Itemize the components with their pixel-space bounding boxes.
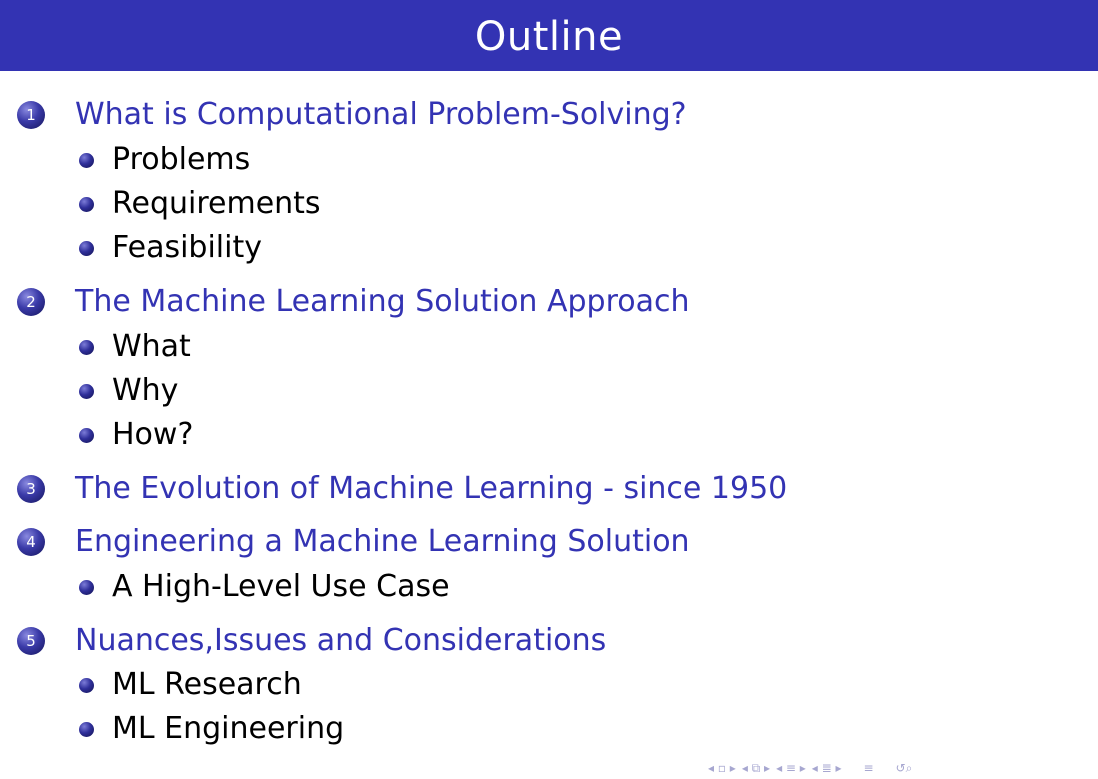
subsection-label: A High-Level Use Case — [112, 569, 450, 604]
section-number-ball: 1 — [17, 101, 45, 129]
section-title: The Machine Learning Solution Approach — [75, 284, 690, 319]
bullet-icon — [79, 677, 94, 693]
section-number-ball: 4 — [17, 528, 45, 556]
subsection-label: Feasibility — [112, 230, 262, 265]
outline-subsection-item[interactable]: How? — [79, 420, 193, 450]
nav-search-icon[interactable]: ↺⌕ — [896, 762, 913, 774]
section-number-ball: 5 — [17, 627, 45, 655]
outline-section-2[interactable]: 2 The Machine Learning Solution Approach — [17, 287, 690, 317]
outline: 1 What is Computational Problem-Solving?… — [0, 0, 1098, 779]
outline-section-1[interactable]: 1 What is Computational Problem-Solving? — [17, 100, 687, 130]
outline-subsection-item[interactable]: A High-Level Use Case — [79, 572, 450, 602]
bullet-icon — [79, 339, 94, 355]
outline-section-5[interactable]: 5 Nuances,Issues and Considerations — [17, 626, 606, 656]
nav-section-icon[interactable]: ◂ ≣ ▸ — [812, 762, 842, 774]
section-number-ball: 2 — [17, 288, 45, 316]
outline-subsection-item[interactable]: Why — [79, 376, 178, 406]
subsection-label: ML Engineering — [112, 711, 345, 746]
nav-subsection-icon[interactable]: ◂ ≡ ▸ — [776, 762, 806, 774]
outline-section-4[interactable]: 4 Engineering a Machine Learning Solutio… — [17, 527, 690, 557]
outline-subsection-item[interactable]: ML Research — [79, 670, 302, 700]
outline-subsection-item[interactable]: Problems — [79, 145, 250, 175]
section-title: Nuances,Issues and Considerations — [75, 623, 607, 658]
outline-subsection-item[interactable]: Feasibility — [79, 233, 262, 263]
bullet-icon — [79, 427, 94, 443]
bullet-icon — [79, 721, 94, 737]
subsection-label: Why — [112, 373, 179, 408]
subsection-label: Problems — [112, 142, 251, 177]
subsection-label: What — [112, 329, 191, 364]
bullet-icon — [79, 383, 94, 399]
nav-align-icon[interactable]: ≡ — [864, 762, 874, 774]
nav-first-arrow-icon[interactable]: ◂ ▫ ▸ — [708, 762, 736, 774]
section-number-ball: 3 — [17, 475, 45, 503]
subsection-label: Requirements — [112, 186, 321, 221]
subsection-label: ML Research — [112, 667, 302, 702]
nav-frame-icon[interactable]: ◂ ⧉ ▸ — [742, 762, 770, 774]
bullet-icon — [79, 196, 94, 212]
beamer-navigation-bar: ◂ ▫ ▸ ◂ ⧉ ▸ ◂ ≡ ▸ ◂ ≣ ▸ ≡ ↺⌕ — [708, 759, 912, 777]
bullet-icon — [79, 240, 94, 256]
bullet-icon — [79, 152, 94, 168]
outline-subsection-item[interactable]: What — [79, 332, 191, 362]
section-title: Engineering a Machine Learning Solution — [75, 524, 690, 559]
subsection-label: How? — [112, 417, 194, 452]
section-title: The Evolution of Machine Learning - sinc… — [75, 471, 788, 506]
outline-subsection-item[interactable]: ML Engineering — [79, 714, 344, 744]
section-title: What is Computational Problem-Solving? — [75, 97, 687, 132]
outline-section-3[interactable]: 3 The Evolution of Machine Learning - si… — [17, 474, 787, 504]
outline-subsection-item[interactable]: Requirements — [79, 189, 321, 219]
bullet-icon — [79, 579, 94, 595]
